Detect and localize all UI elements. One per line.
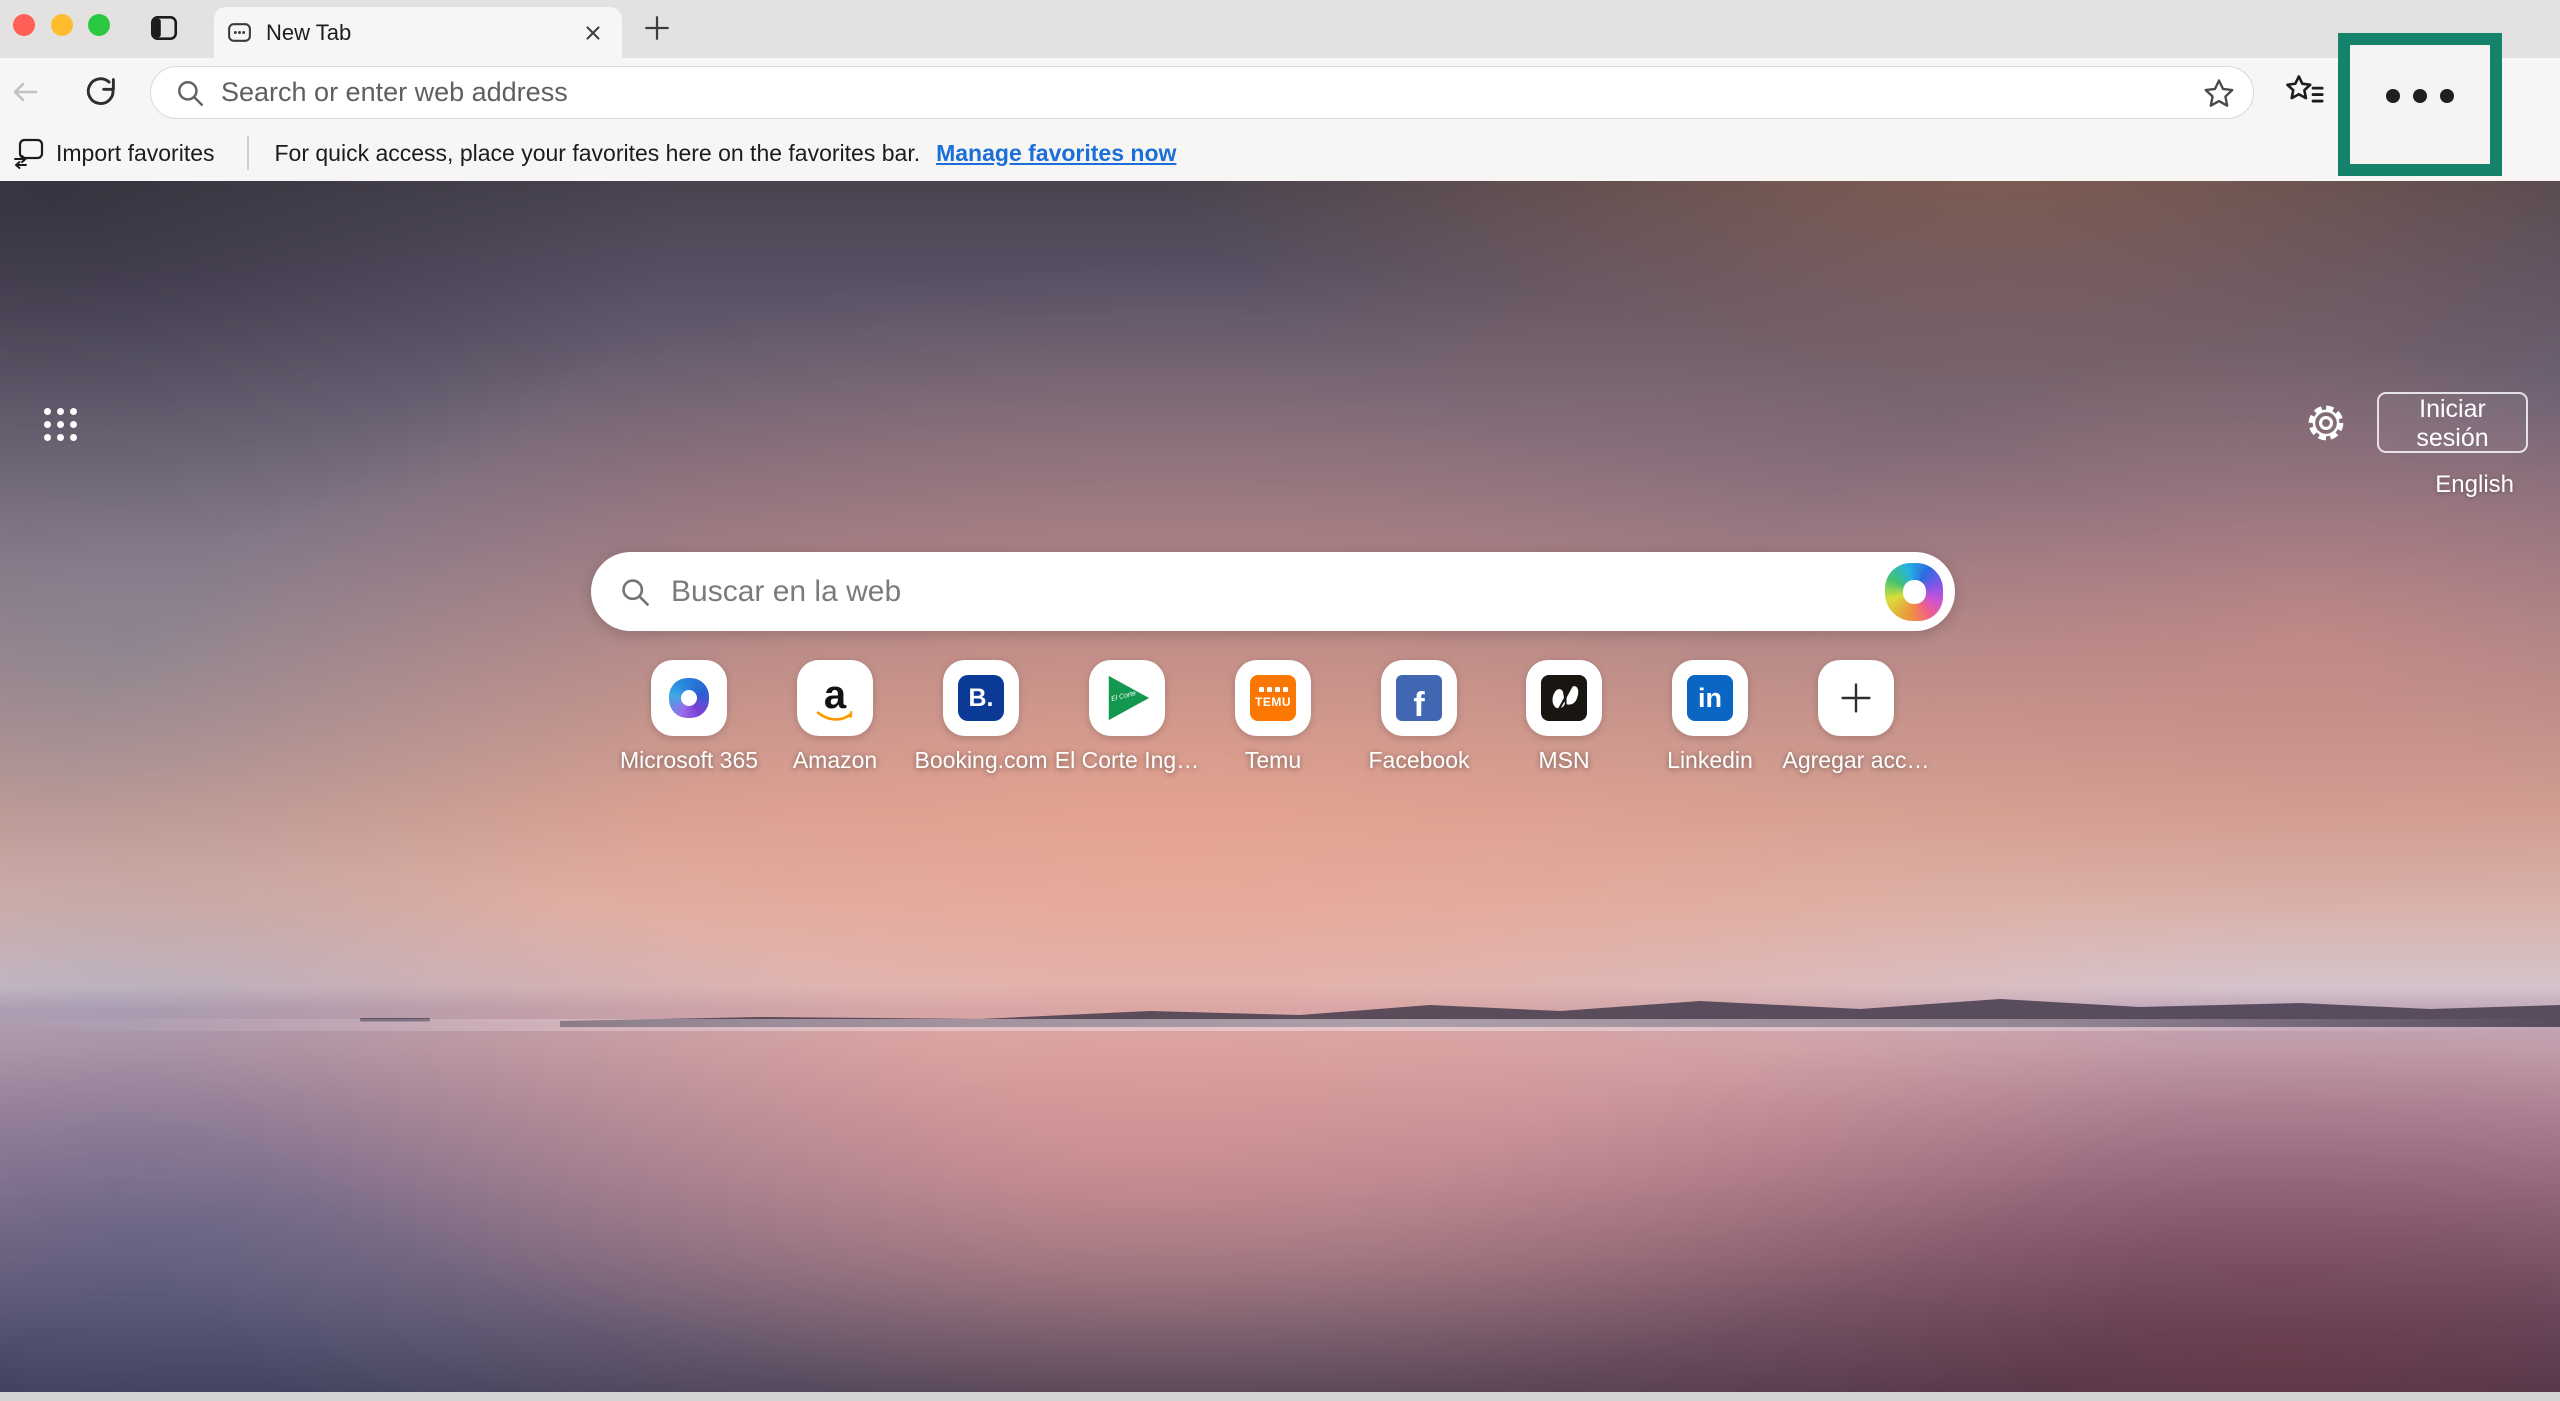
back-arrow-icon <box>8 76 42 108</box>
search-icon <box>619 576 651 608</box>
tab-bar: New Tab <box>0 0 2560 58</box>
plus-icon <box>1839 681 1873 715</box>
divider <box>247 136 249 170</box>
address-input[interactable] <box>219 76 2199 109</box>
star-icon <box>2202 77 2236 109</box>
gear-icon <box>2305 402 2347 444</box>
close-window-button[interactable] <box>13 14 35 36</box>
language-label[interactable]: English <box>2374 471 2514 499</box>
favorites-bar: Import favorites For quick access, place… <box>0 125 2560 181</box>
facebook-logo-icon: f <box>1396 675 1442 721</box>
shortcut-msn[interactable]: MSN <box>1489 660 1639 774</box>
close-tab-button[interactable] <box>578 18 608 48</box>
tab-activity-button[interactable] <box>146 10 182 46</box>
ellipsis-dot <box>2413 89 2427 103</box>
temu-logo-icon: TEMU <box>1250 675 1296 721</box>
navigation-toolbar <box>0 58 2560 125</box>
shortcut-facebook[interactable]: f Facebook <box>1344 660 1494 774</box>
import-favorites-label: Import favorites <box>56 140 215 167</box>
linkedin-logo-icon: in <box>1687 675 1733 721</box>
address-bar[interactable] <box>150 66 2254 119</box>
amazon-logo-icon: a <box>824 680 846 710</box>
add-favorite-button[interactable] <box>2199 73 2239 113</box>
tab-new-tab[interactable]: New Tab <box>214 7 622 58</box>
web-search-input[interactable] <box>669 574 1885 610</box>
sidebar-panel-icon <box>148 12 180 44</box>
shortcut-linkedin[interactable]: in Linkedin <box>1635 660 1785 774</box>
settings-and-more-button[interactable] <box>2350 76 2490 116</box>
background-image <box>0 181 2560 1392</box>
el-corte-ingles-logo-icon: El Corte Inglés <box>1103 674 1151 722</box>
new-tab-page: Iniciar sesión English Microsoft 365 a <box>0 181 2560 1392</box>
favorites-hint-text: For quick access, place your favorites h… <box>275 140 921 167</box>
web-search-box[interactable] <box>591 552 1955 631</box>
import-favorites-icon <box>12 136 46 170</box>
new-tab-page-icon <box>226 19 253 46</box>
search-icon <box>175 78 205 108</box>
zoom-window-button[interactable] <box>88 14 110 36</box>
app-launcher-button[interactable] <box>36 400 84 448</box>
reload-button[interactable] <box>82 73 120 111</box>
microsoft365-logo-icon <box>669 678 709 718</box>
grid-icon <box>44 408 77 441</box>
shortcut-el-corte-ingles[interactable]: El Corte Inglés El Corte Ing… <box>1052 660 1202 774</box>
close-icon <box>582 22 604 44</box>
shortcut-amazon[interactable]: a Amazon <box>760 660 910 774</box>
favorites-bar-button[interactable] <box>2282 71 2326 113</box>
back-button[interactable] <box>6 73 44 111</box>
tab-title: New Tab <box>266 20 578 46</box>
msn-butterfly-icon <box>1541 675 1587 721</box>
shortcut-booking[interactable]: B. Booking.com <box>906 660 1056 774</box>
window-bottom-edge <box>0 1392 2560 1401</box>
ellipsis-dot <box>2386 89 2400 103</box>
plus-icon <box>642 13 672 43</box>
import-favorites-button[interactable]: Import favorites <box>6 135 221 171</box>
shortcut-temu[interactable]: TEMU Temu <box>1198 660 1348 774</box>
page-settings-button[interactable] <box>2303 400 2349 446</box>
shortcut-microsoft-365[interactable]: Microsoft 365 <box>614 660 764 774</box>
annotation-highlight <box>2338 33 2502 176</box>
horizon-glow <box>0 1019 2560 1031</box>
minimize-window-button[interactable] <box>51 14 73 36</box>
browser-window: New Tab <box>0 0 2560 1401</box>
amazon-smile-icon <box>816 710 854 723</box>
booking-logo-icon: B. <box>958 675 1004 721</box>
ellipsis-dot <box>2440 89 2454 103</box>
shortcut-add[interactable]: Agregar acc… <box>1781 660 1931 774</box>
manage-favorites-link[interactable]: Manage favorites now <box>936 140 1176 167</box>
reload-icon <box>83 74 119 110</box>
copilot-icon[interactable] <box>1885 563 1943 621</box>
sign-in-button[interactable]: Iniciar sesión <box>2377 392 2528 453</box>
quick-links-row: Microsoft 365 a Amazon B. Booking.com <box>0 660 2560 770</box>
new-tab-button[interactable] <box>638 9 676 47</box>
favorites-list-icon <box>2282 72 2326 112</box>
